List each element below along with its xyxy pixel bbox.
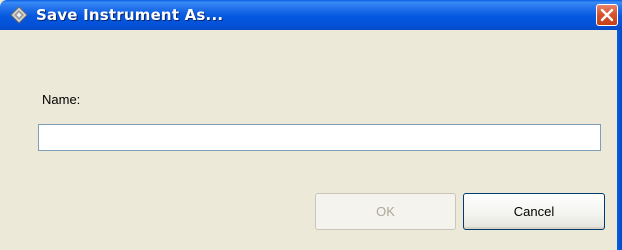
close-button[interactable] xyxy=(596,4,618,26)
dialog-title: Save Instrument As... xyxy=(36,6,224,24)
name-label: Name: xyxy=(42,92,81,107)
title-bar[interactable]: Save Instrument As... xyxy=(0,0,622,30)
name-input[interactable] xyxy=(38,124,601,151)
window-frame-right xyxy=(617,30,622,250)
cancel-button[interactable]: Cancel xyxy=(463,193,605,230)
instrument-app-icon xyxy=(10,6,28,24)
close-icon xyxy=(600,8,614,22)
ok-button[interactable]: OK xyxy=(315,193,456,230)
save-instrument-dialog: Save Instrument As... Name: OK Cancel xyxy=(0,0,622,250)
